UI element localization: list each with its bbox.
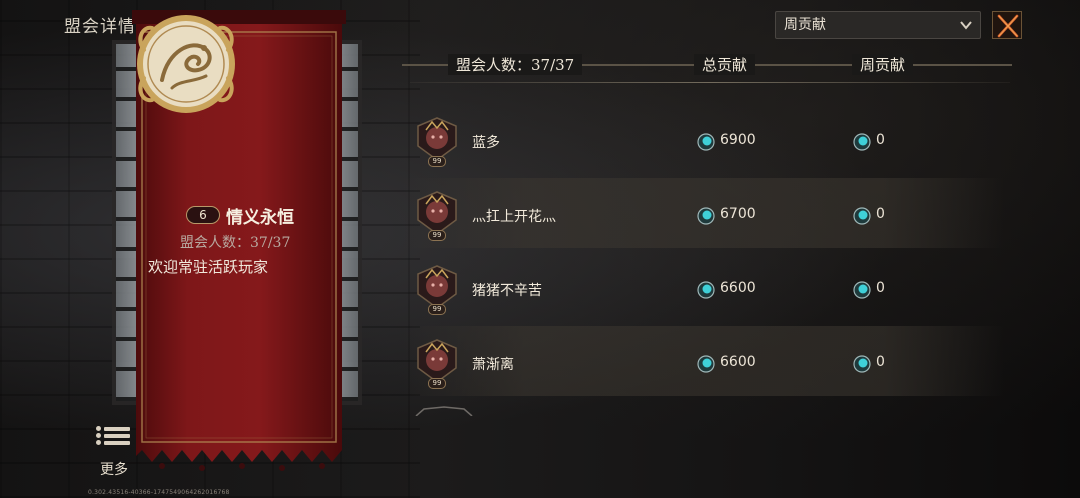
column-header-week: 周贡献 bbox=[852, 54, 914, 75]
player-level-badge: 99 bbox=[428, 156, 446, 167]
contribution-coin-icon bbox=[853, 355, 871, 373]
guild-banner: 6 情义永恒 盟会人数：37/37 欢迎常驻活跃玩家 bbox=[132, 10, 346, 480]
table-row[interactable]: 99 猪猪不辛苦 6600 0 bbox=[404, 252, 1004, 322]
header-underline bbox=[410, 82, 1010, 83]
contribution-coin-icon bbox=[853, 133, 871, 151]
avatar[interactable]: 99 bbox=[414, 338, 460, 390]
table-header: 盟会人数：37/37 总贡献 周贡献 bbox=[402, 50, 1012, 86]
guild-member-count: 盟会人数：37/37 bbox=[180, 235, 291, 251]
contribution-coin-icon bbox=[697, 355, 715, 373]
contribution-coin-icon bbox=[697, 207, 715, 225]
table-row[interactable]: 99 萧渐离 6600 0 bbox=[404, 326, 1004, 396]
player-name: 萧渐离 bbox=[472, 357, 514, 373]
total-contribution: 6900 bbox=[720, 132, 756, 148]
weekly-contribution: 0 bbox=[876, 354, 885, 370]
menu-list-icon bbox=[96, 424, 130, 452]
member-list[interactable]: 99 蓝多 6900 0 99 灬扛上开花灬 6700 0 99 猪猪不辛苦 6… bbox=[404, 104, 1004, 410]
contribution-filter-dropdown[interactable]: 周贡献 bbox=[775, 11, 981, 39]
avatar[interactable]: 99 bbox=[414, 264, 460, 316]
weekly-contribution: 0 bbox=[876, 132, 885, 148]
contribution-coin-icon bbox=[853, 207, 871, 225]
table-row[interactable]: 99 蓝多 6900 0 bbox=[404, 104, 1004, 174]
more-button[interactable]: 更多 bbox=[94, 424, 134, 480]
table-row[interactable]: 99 灬扛上开花灬 6700 0 bbox=[404, 178, 1004, 248]
dropdown-selected-value: 周贡献 bbox=[784, 17, 826, 33]
avatar[interactable]: 99 bbox=[414, 190, 460, 242]
contribution-coin-icon bbox=[697, 133, 715, 151]
player-level-badge: 99 bbox=[428, 378, 446, 389]
total-contribution: 6600 bbox=[720, 280, 756, 296]
dragon-emblem-icon bbox=[137, 15, 235, 113]
player-level-badge: 99 bbox=[428, 230, 446, 241]
contribution-coin-icon bbox=[853, 281, 871, 299]
column-header-total: 总贡献 bbox=[694, 54, 756, 75]
total-contribution: 6700 bbox=[720, 206, 756, 222]
avatar[interactable]: 99 bbox=[414, 116, 460, 168]
next-row-portrait-edge bbox=[415, 406, 473, 416]
more-label: 更多 bbox=[100, 462, 128, 478]
close-icon bbox=[997, 14, 1019, 38]
column-header-members: 盟会人数：37/37 bbox=[448, 54, 583, 75]
chevron-down-icon bbox=[960, 21, 972, 30]
guild-name: 情义永恒 bbox=[226, 208, 294, 228]
weekly-contribution: 0 bbox=[876, 280, 885, 296]
player-name: 灬扛上开花灬 bbox=[472, 209, 556, 225]
page-title: 盟会详情 bbox=[64, 17, 136, 37]
player-name: 猪猪不辛苦 bbox=[472, 283, 542, 299]
guild-announcement: 欢迎常驻活跃玩家 bbox=[148, 258, 269, 276]
total-contribution: 6600 bbox=[720, 354, 756, 370]
weekly-contribution: 0 bbox=[876, 206, 885, 222]
guild-level-badge: 6 bbox=[186, 206, 220, 224]
contribution-coin-icon bbox=[697, 281, 715, 299]
player-name: 蓝多 bbox=[472, 135, 500, 151]
close-button[interactable] bbox=[992, 11, 1022, 39]
player-level-badge: 99 bbox=[428, 304, 446, 315]
version-text: 0.302.43516-40366-1747549064262016768 bbox=[88, 489, 230, 496]
